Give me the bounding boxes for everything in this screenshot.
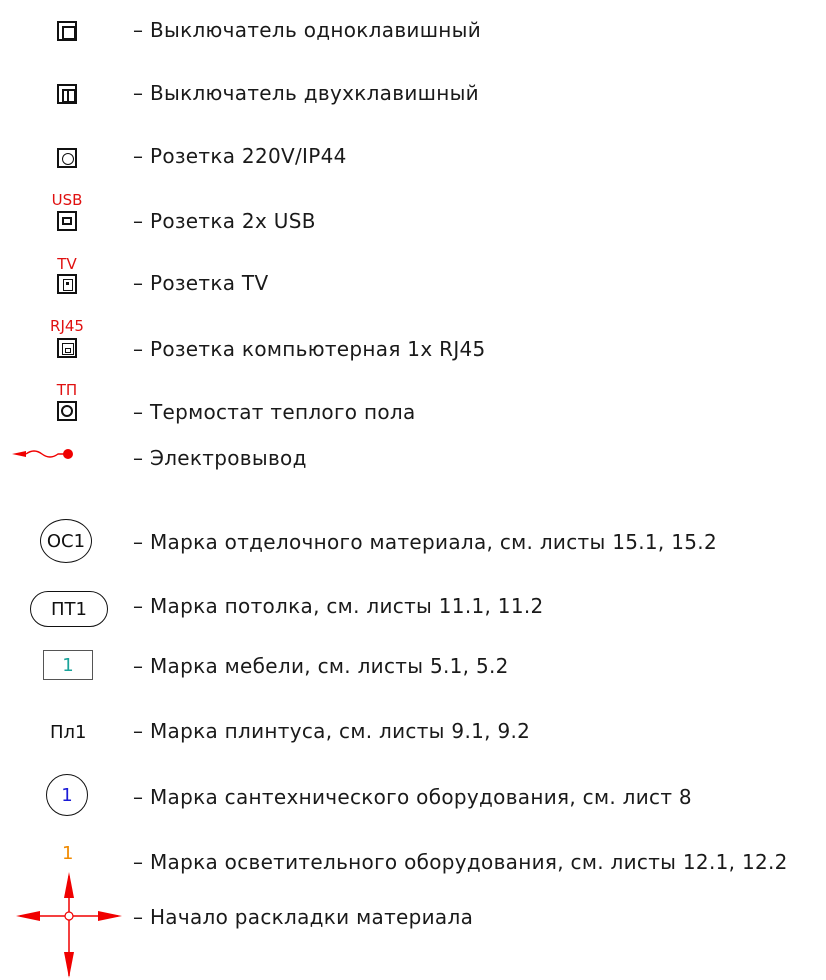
rj45-socket-icon (57, 338, 77, 358)
ceiling-mark: ПТ1 (30, 591, 108, 627)
legend-row-single-switch: – Выключатель одноклавишный (133, 18, 482, 42)
legend-row-plumbing: – Марка сантехнического оборудования, см… (133, 785, 692, 809)
furniture-mark: 1 (43, 650, 93, 680)
legend-row-thermostat: – Термостат теплого пола (133, 400, 416, 424)
rj45-label: RJ45 (50, 317, 84, 335)
layout-origin-icon (16, 872, 122, 978)
legend-page: { "legend": { "rows": [ {"text": "– Выкл… (0, 0, 826, 980)
legend-row-rj45-socket: – Розетка компьютерная 1х RJ45 (133, 337, 486, 361)
legend-row-double-switch: – Выключатель двухклавишный (133, 81, 479, 105)
lighting-mark-label: 1 (62, 843, 74, 864)
tp-label: ТП (56, 381, 78, 399)
plumbing-mark: 1 (46, 774, 88, 816)
usb-label: USB (51, 191, 83, 209)
thermostat-icon (57, 401, 77, 421)
legend-row-baseboard: – Марка плинтуса, см. листы 9.1, 9.2 (133, 719, 531, 743)
furniture-mark-label: 1 (62, 654, 74, 676)
legend-row-socket-220v: – Розетка 220V/IP44 (133, 144, 347, 168)
plumbing-mark-label: 1 (61, 784, 73, 806)
legend-row-tv-socket: – Розетка TV (133, 271, 269, 295)
double-switch-icon (57, 84, 77, 104)
single-switch-icon (57, 21, 77, 41)
legend-row-ceiling: – Марка потолка, см. листы 11.1, 11.2 (133, 594, 544, 618)
finish-material-mark: ОС1 (40, 519, 92, 563)
legend-row-electrical-outlet: – Электровывод (133, 446, 307, 470)
ceiling-mark-label: ПТ1 (51, 598, 87, 620)
tv-socket-icon (57, 274, 77, 294)
legend-row-usb-socket: – Розетка 2х USB (133, 209, 316, 233)
legend-row-furniture: – Марка мебели, см. листы 5.1, 5.2 (133, 654, 509, 678)
baseboard-mark-label: Пл1 (50, 722, 87, 743)
finish-material-mark-label: ОС1 (46, 530, 86, 552)
tv-label: TV (57, 255, 77, 273)
legend-row-lighting: – Марка осветительного оборудования, см.… (133, 850, 788, 874)
electrical-outlet-icon (12, 449, 73, 459)
legend-row-layout-origin: – Начало раскладки материала (133, 905, 474, 929)
legend-row-finish-material: – Марка отделочного материала, см. листы… (133, 530, 717, 554)
usb-socket-icon (57, 211, 77, 231)
socket-220v-icon (57, 148, 77, 168)
